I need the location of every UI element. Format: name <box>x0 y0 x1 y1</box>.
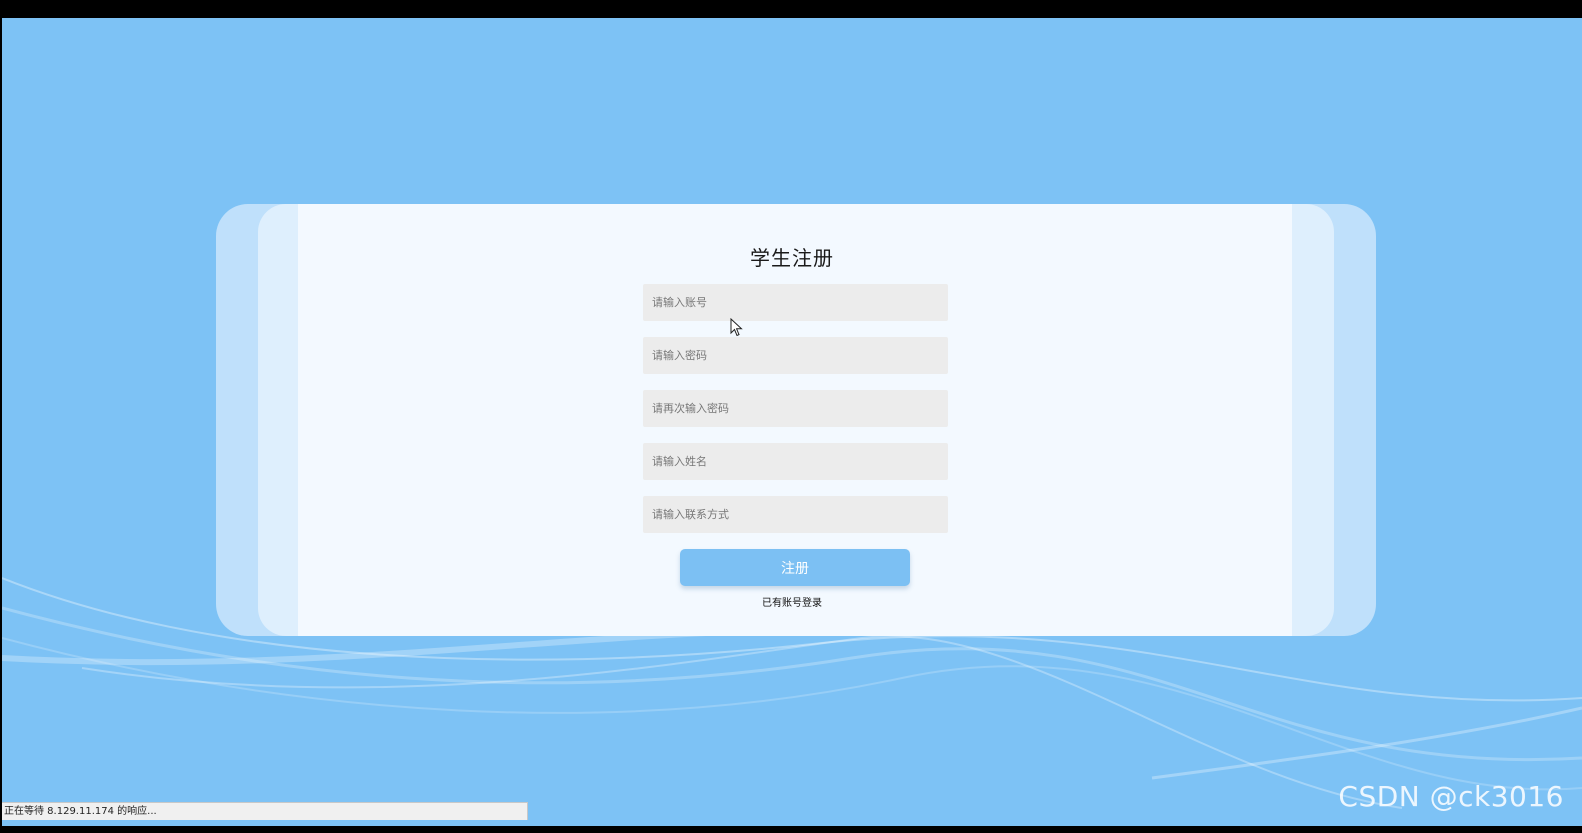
browser-viewport: 学生注册 注册 已有账号登录 正在等待 8.129.11.174 的响应... … <box>2 18 1582 826</box>
password-input[interactable] <box>643 337 948 374</box>
screen-frame: 学生注册 注册 已有账号登录 正在等待 8.129.11.174 的响应... … <box>0 0 1582 833</box>
browser-status-bar: 正在等待 8.129.11.174 的响应... <box>2 802 528 820</box>
contact-input[interactable] <box>643 496 948 533</box>
page-title: 学生注册 <box>750 246 834 270</box>
mouse-pointer-icon <box>730 318 743 337</box>
account-input[interactable] <box>643 284 948 321</box>
name-input[interactable] <box>643 443 948 480</box>
confirm-password-input[interactable] <box>643 390 948 427</box>
watermark: CSDN @ck3016 <box>1338 780 1564 813</box>
register-form: 学生注册 注册 已有账号登录 <box>2 204 1582 636</box>
register-button[interactable]: 注册 <box>680 549 910 586</box>
login-link[interactable]: 已有账号登录 <box>2 594 1582 609</box>
